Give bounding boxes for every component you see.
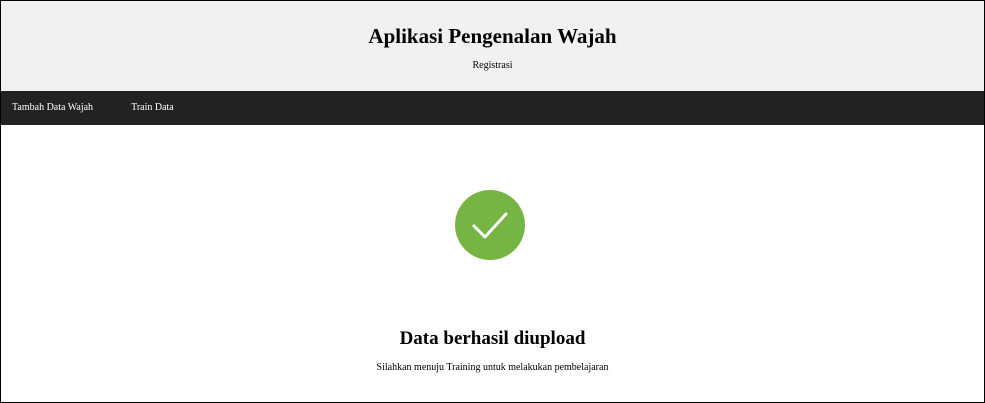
success-title: Data berhasil diupload — [399, 328, 586, 349]
app-title: Aplikasi Pengenalan Wajah — [368, 24, 617, 48]
nav-link-train-data[interactable]: Train Data — [131, 91, 174, 125]
check-circle-icon — [455, 190, 525, 260]
page-subtitle: Registrasi — [472, 60, 513, 71]
nav-link-tambah-data-wajah[interactable]: Tambah Data Wajah — [12, 91, 93, 125]
success-message: Silahkan menuju Training untuk melakukan… — [376, 362, 609, 373]
main-content: Data berhasil diupload Silahkan menuju T… — [1, 125, 984, 401]
checkmark-icon — [472, 212, 508, 239]
top-navbar: Tambah Data Wajah Train Data — [1, 91, 984, 125]
page-header: Aplikasi Pengenalan Wajah Registrasi — [1, 1, 984, 91]
app-window: Aplikasi Pengenalan Wajah Registrasi Tam… — [0, 0, 985, 403]
